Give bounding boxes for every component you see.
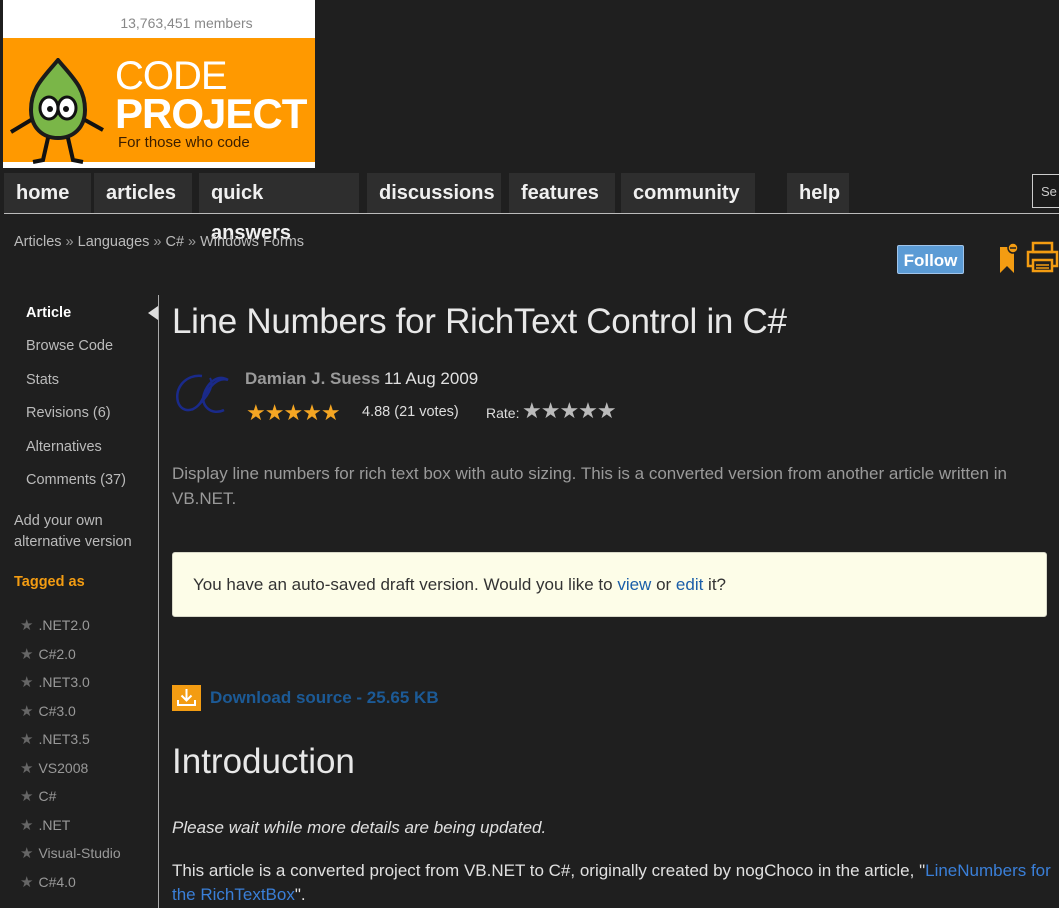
rate-stars-control[interactable]: ★★★★★: [522, 398, 617, 424]
avatar[interactable]: [172, 370, 232, 418]
star-icon: ★: [20, 845, 34, 862]
nav-help[interactable]: help: [787, 173, 849, 213]
breadcrumb-articles[interactable]: Articles: [14, 234, 62, 250]
tag-label: .NET2.0: [38, 617, 90, 633]
tag-item[interactable]: ★ C#2.0: [20, 645, 76, 663]
breadcrumb-csharp[interactable]: C#: [165, 234, 184, 250]
star-icon: ★: [20, 760, 34, 777]
sidebar-item-browse-code[interactable]: Browse Code: [26, 338, 113, 354]
article-paragraph: This article is a converted project from…: [172, 859, 1052, 907]
draft-or-text: or: [651, 575, 676, 594]
member-count: 13,763,451 members: [120, 15, 253, 31]
article-title: Line Numbers for RichText Control in C#: [172, 302, 787, 341]
nav-articles[interactable]: articles: [94, 173, 192, 213]
paragraph-text: This article is a converted project from…: [172, 861, 926, 880]
rating-stars-icon: ★★★★★: [246, 400, 341, 425]
tag-item[interactable]: ★ .NET2.0: [20, 616, 90, 634]
tag-label: .NET: [38, 817, 71, 833]
tag-item[interactable]: ★ .NET3.5: [20, 730, 90, 748]
nav-discussions[interactable]: discussions: [367, 173, 501, 213]
star-icon: ★: [20, 617, 34, 634]
article-summary: Display line numbers for rich text box w…: [172, 464, 1007, 508]
rating-value: 4.88 (21 votes): [362, 404, 459, 420]
tag-item[interactable]: ★ C#3.0: [20, 702, 76, 720]
tag-label: C#3.0: [38, 703, 76, 719]
tag-item[interactable]: ★ C#: [20, 787, 56, 805]
add-alternative-link[interactable]: Add your own alternative version: [14, 511, 154, 553]
draft-edit-link[interactable]: edit: [676, 575, 703, 594]
search-input[interactable]: Se: [1032, 174, 1059, 208]
tag-item[interactable]: ★ VS2008: [20, 759, 88, 777]
star-icon: ★: [20, 817, 34, 834]
star-icon: ★: [20, 646, 34, 663]
rate-label: Rate:: [486, 405, 520, 421]
section-heading-introduction: Introduction: [172, 742, 355, 781]
breadcrumb-separator: »: [153, 234, 162, 250]
sidebar-item-stats[interactable]: Stats: [26, 372, 59, 388]
tag-label: VS2008: [38, 760, 89, 776]
wait-notice: Please wait while more details are being…: [172, 818, 547, 837]
main-nav: home articles quick answers discussions …: [4, 173, 1059, 244]
breadcrumb-languages[interactable]: Languages: [78, 234, 150, 250]
breadcrumb: Articles» Languages» C#» Windows Forms: [14, 234, 304, 250]
star-icon: ★: [20, 874, 34, 891]
article-date: 11 Aug 2009: [384, 369, 479, 388]
tagged-as-heading: Tagged as: [14, 574, 85, 590]
mascot-icon: [9, 58, 104, 164]
active-indicator-icon: [148, 306, 158, 320]
sidebar-item-revisions[interactable]: Revisions (6): [26, 405, 111, 421]
follow-button[interactable]: Follow: [897, 245, 964, 274]
bookmark-icon[interactable]: [998, 243, 1020, 275]
tag-item[interactable]: ★ Visual-Studio: [20, 844, 121, 862]
tag-label: C#: [38, 788, 57, 804]
logo-tagline: For those who code: [118, 134, 250, 151]
tag-label: C#4.0: [38, 874, 76, 890]
print-icon[interactable]: [1026, 241, 1059, 274]
logo-band: CODE PROJECT For those who code: [3, 38, 315, 164]
tag-label: .NET3.5: [38, 731, 90, 747]
breadcrumb-separator: »: [188, 234, 197, 250]
tag-label: C#2.0: [38, 646, 76, 662]
sidebar-item-comments[interactable]: Comments (37): [26, 472, 126, 488]
download-icon[interactable]: [172, 685, 201, 711]
draft-after-text: it?: [703, 575, 727, 594]
star-icon: ★: [20, 674, 34, 691]
tag-label: .NET3.0: [38, 674, 90, 690]
sidebar-item-article[interactable]: Article: [26, 305, 71, 321]
download-source-link[interactable]: Download source - 25.65 KB: [210, 688, 439, 708]
nav-features[interactable]: features: [509, 173, 615, 213]
nav-quick-answers[interactable]: quick answers: [199, 173, 359, 244]
site-logo[interactable]: 13,763,451 members CODE PROJECT For thos…: [3, 0, 315, 168]
breadcrumb-separator: »: [65, 234, 74, 250]
tag-item[interactable]: ★ .NET3.0: [20, 673, 90, 691]
tag-item[interactable]: ★ C#4.0: [20, 873, 76, 891]
tag-label: Visual-Studio: [38, 845, 121, 861]
author-name[interactable]: Damian J. Suess: [245, 369, 380, 389]
star-icon: ★: [20, 703, 34, 720]
logo-project-text: PROJECT: [115, 90, 307, 137]
star-icon: ★: [20, 731, 34, 748]
star-icon: ★: [20, 788, 34, 805]
paragraph-text-end: ".: [294, 885, 306, 904]
draft-text: You have an auto-saved draft version. Wo…: [193, 575, 618, 594]
breadcrumb-windows-forms[interactable]: Windows Forms: [200, 234, 304, 250]
sidebar-item-alternatives[interactable]: Alternatives: [26, 439, 102, 455]
nav-home[interactable]: home: [4, 173, 91, 213]
draft-view-link[interactable]: view: [617, 575, 651, 594]
draft-notice: You have an auto-saved draft version. Wo…: [172, 552, 1047, 617]
nav-community[interactable]: community: [621, 173, 755, 213]
tag-item[interactable]: ★ .NET: [20, 816, 70, 834]
